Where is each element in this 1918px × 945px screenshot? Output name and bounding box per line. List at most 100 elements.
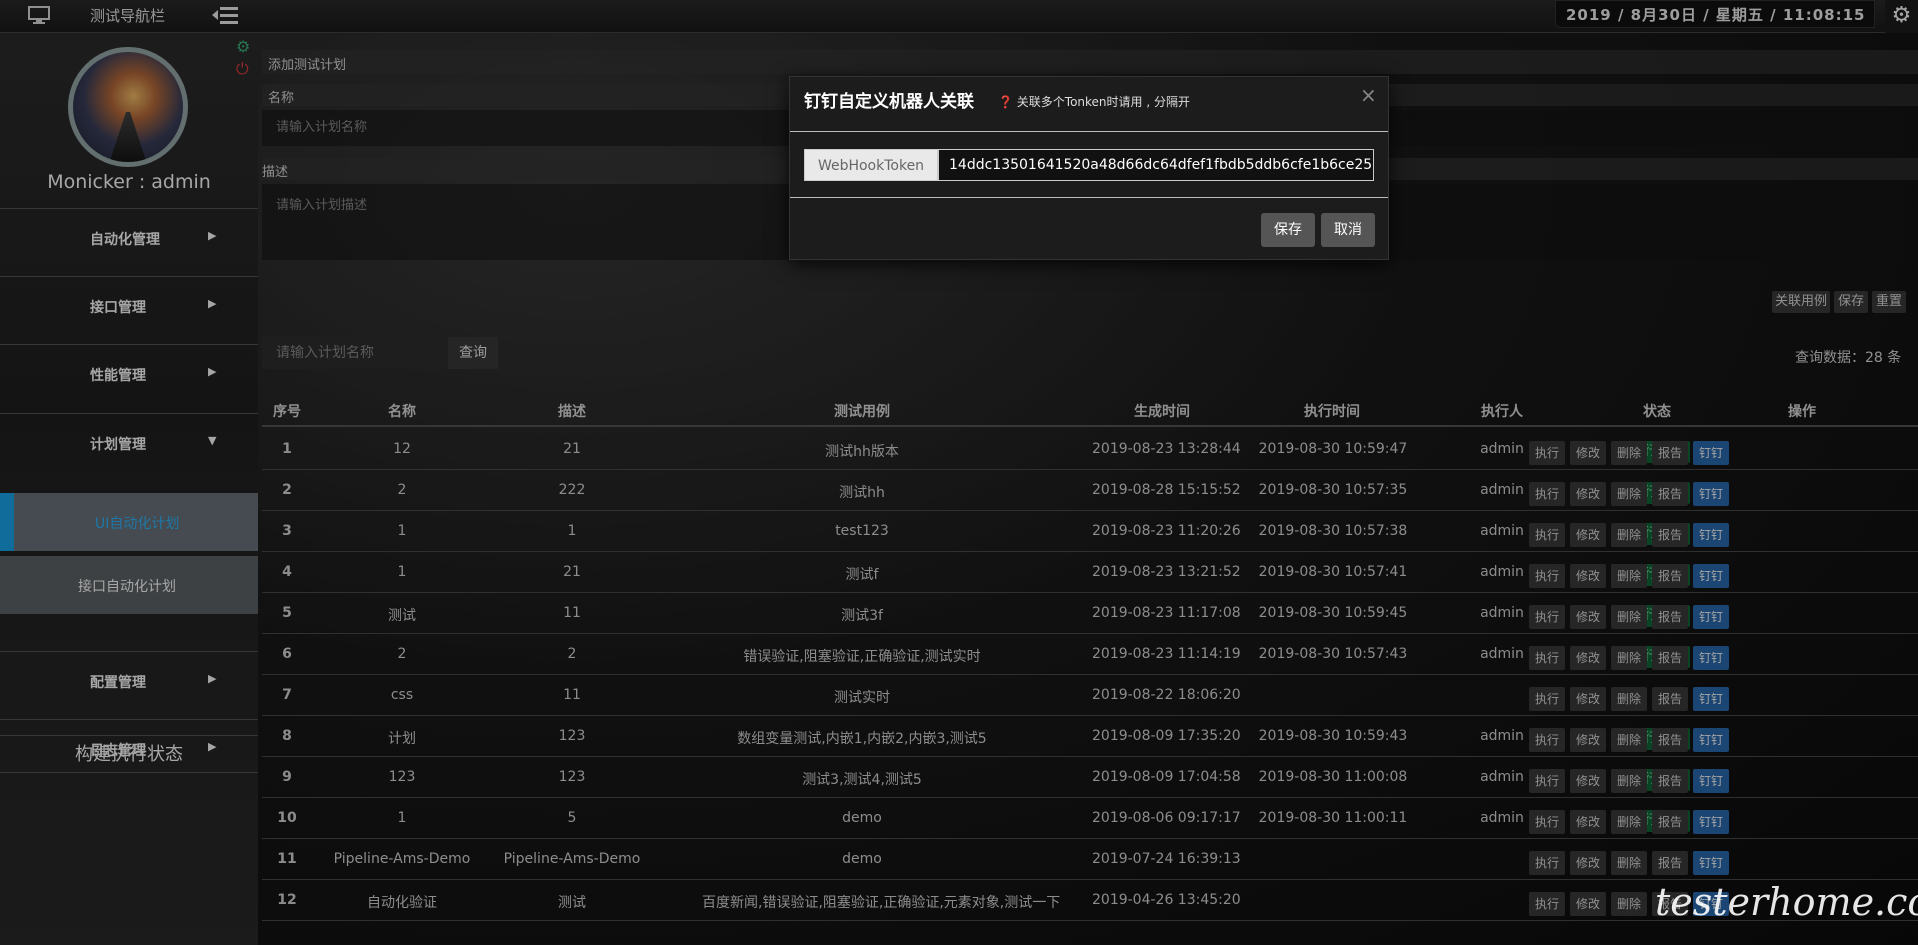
run-button[interactable]: 执行	[1529, 605, 1565, 629]
delete-button[interactable]: 删除	[1611, 605, 1647, 629]
plan-search-input[interactable]: 请输入计划名称	[262, 337, 442, 369]
cell-name: 计划	[388, 731, 416, 747]
name-label: 名称	[268, 91, 295, 106]
edit-button[interactable]: 修改	[1570, 810, 1606, 834]
run-button[interactable]: 执行	[1529, 892, 1565, 916]
cell-created: 2019-08-09 17:04:58	[1092, 769, 1241, 785]
username: Monicker : admin	[47, 171, 211, 193]
edit-button[interactable]: 修改	[1570, 523, 1606, 547]
dingtalk-button[interactable]: 钉钉	[1693, 728, 1729, 752]
run-button[interactable]: 执行	[1529, 441, 1565, 465]
report-button[interactable]: 报告	[1652, 605, 1688, 629]
run-button[interactable]: 执行	[1529, 523, 1565, 547]
dingtalk-button[interactable]: 钉钉	[1693, 851, 1729, 875]
edit-button[interactable]: 修改	[1570, 646, 1606, 670]
run-button[interactable]: 执行	[1529, 851, 1565, 875]
menu-toggle-icon[interactable]	[210, 2, 240, 28]
edit-button[interactable]: 修改	[1570, 728, 1606, 752]
edit-button[interactable]: 修改	[1570, 851, 1606, 875]
edit-button[interactable]: 修改	[1570, 482, 1606, 506]
run-button[interactable]: 执行	[1529, 646, 1565, 670]
edit-button[interactable]: 修改	[1570, 769, 1606, 793]
link-cases-button[interactable]: 关联用例	[1772, 291, 1830, 313]
settings-gear-icon[interactable]: ⚙	[1885, 0, 1918, 33]
report-button[interactable]: 报告	[1652, 687, 1688, 711]
edit-button[interactable]: 修改	[1570, 564, 1606, 588]
sidebar-subitem-ui-plan[interactable]: UI自动化计划	[0, 493, 258, 551]
run-button[interactable]: 执行	[1529, 810, 1565, 834]
run-button[interactable]: 执行	[1529, 564, 1565, 588]
report-button[interactable]: 报告	[1652, 564, 1688, 588]
report-button[interactable]: 报告	[1652, 523, 1688, 547]
cell-cases: 测试3,测试4,测试5	[802, 772, 922, 788]
run-button[interactable]: 执行	[1529, 687, 1565, 711]
close-icon[interactable]: ×	[1360, 83, 1377, 107]
cell-desc: 11	[563, 605, 581, 621]
sidebar-subitem-api-plan[interactable]: 接口自动化计划	[0, 556, 258, 614]
modal-cancel-button[interactable]: 取消	[1321, 213, 1375, 247]
dingtalk-button[interactable]: 钉钉	[1693, 810, 1729, 834]
dingtalk-button[interactable]: 钉钉	[1693, 646, 1729, 670]
delete-button[interactable]: 删除	[1611, 728, 1647, 752]
dingtalk-button[interactable]: 钉钉	[1693, 441, 1729, 465]
sidebar-item-label: 自动化管理	[90, 232, 160, 248]
dingtalk-button[interactable]: 钉钉	[1693, 769, 1729, 793]
edit-button[interactable]: 修改	[1570, 892, 1606, 916]
form-reset-button[interactable]: 重置	[1872, 291, 1906, 313]
power-icon[interactable]: ⏻	[236, 59, 249, 79]
run-button[interactable]: 执行	[1529, 769, 1565, 793]
cell-executed: 2019-08-30 10:59:45	[1258, 605, 1408, 621]
cell-cases: 数组变量测试,内嵌1,内嵌2,内嵌3,测试5	[737, 731, 987, 747]
delete-button[interactable]: 删除	[1611, 441, 1647, 465]
modal-hint: ❓ 关联多个Tonken时请用 , 分隔开	[998, 93, 1190, 110]
settings-icon[interactable]: ⚙	[236, 37, 250, 56]
sidebar-item-config[interactable]: 配置管理 ▶	[0, 651, 258, 709]
dingtalk-button[interactable]: 钉钉	[1693, 687, 1729, 711]
modal-save-button[interactable]: 保存	[1261, 213, 1315, 247]
cell-index: 5	[282, 605, 292, 621]
sidebar-item-plan[interactable]: 计划管理 ▼	[0, 413, 258, 471]
report-button[interactable]: 报告	[1652, 728, 1688, 752]
delete-button[interactable]: 删除	[1611, 564, 1647, 588]
monitor-icon[interactable]	[28, 6, 50, 24]
edit-button[interactable]: 修改	[1570, 605, 1606, 629]
report-button[interactable]: 报告	[1652, 769, 1688, 793]
sidebar-item-performance[interactable]: 性能管理 ▶	[0, 344, 258, 402]
cell-index: 4	[282, 564, 292, 580]
cell-name: 1	[397, 564, 407, 580]
delete-button[interactable]: 删除	[1611, 769, 1647, 793]
sidebar-item-automation[interactable]: 自动化管理 ▶	[0, 208, 258, 266]
edit-button[interactable]: 修改	[1570, 441, 1606, 465]
delete-button[interactable]: 删除	[1611, 810, 1647, 834]
edit-button[interactable]: 修改	[1570, 687, 1606, 711]
dingtalk-button[interactable]: 钉钉	[1693, 482, 1729, 506]
run-button[interactable]: 执行	[1529, 482, 1565, 506]
report-button[interactable]: 报告	[1652, 441, 1688, 465]
dingtalk-button[interactable]: 钉钉	[1693, 564, 1729, 588]
divider	[790, 197, 1388, 198]
delete-button[interactable]: 删除	[1611, 523, 1647, 547]
delete-button[interactable]: 删除	[1611, 482, 1647, 506]
dingtalk-button[interactable]: 钉钉	[1693, 523, 1729, 547]
sidebar-item-api[interactable]: 接口管理 ▶	[0, 276, 258, 334]
delete-button[interactable]: 删除	[1611, 851, 1647, 875]
report-button[interactable]: 报告	[1652, 810, 1688, 834]
dingtalk-button[interactable]: 钉钉	[1693, 605, 1729, 629]
report-button[interactable]: 报告	[1652, 646, 1688, 670]
report-button[interactable]: 报告	[1652, 851, 1688, 875]
cell-created: 2019-08-06 09:17:17	[1092, 810, 1241, 826]
webhook-token-input[interactable]: 14ddc13501641520a48d66dc64dfef1fbdb5ddb6…	[938, 149, 1374, 181]
run-button[interactable]: 执行	[1529, 728, 1565, 752]
form-save-button[interactable]: 保存	[1834, 291, 1868, 313]
delete-button[interactable]: 删除	[1611, 892, 1647, 916]
cell-cases: 测试实时	[834, 690, 890, 706]
result-count: 查询数据：28 条	[1795, 350, 1902, 366]
caret-down-icon: ▼	[208, 434, 217, 447]
cell-created: 2019-08-28 15:15:52	[1092, 482, 1241, 498]
delete-button[interactable]: 删除	[1611, 646, 1647, 670]
delete-button[interactable]: 删除	[1611, 687, 1647, 711]
cell-name: 2	[397, 646, 407, 662]
search-button[interactable]: 查询	[448, 337, 498, 369]
cell-cases: 测试3f	[841, 608, 883, 624]
report-button[interactable]: 报告	[1652, 482, 1688, 506]
